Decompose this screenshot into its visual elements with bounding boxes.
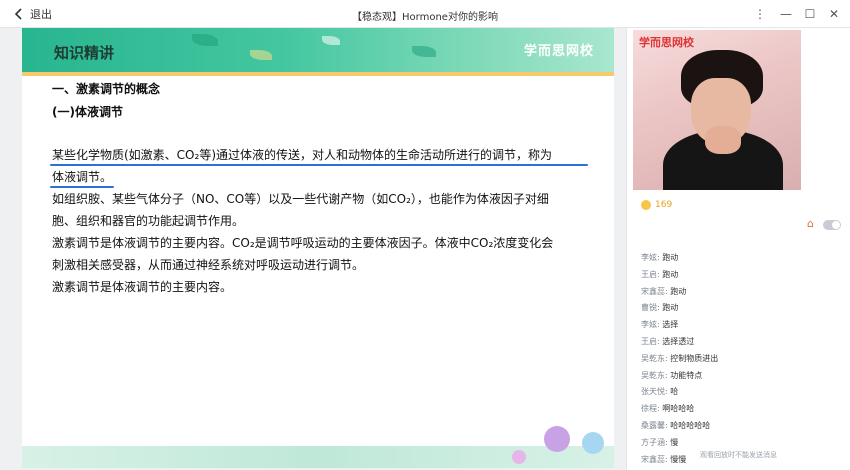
window-title: 【稳态观】Hormone对你的影响 <box>352 12 498 23</box>
chat-message: 桑露馨: 哈哈哈哈哈 <box>641 418 841 435</box>
slide-stage: 知识精讲 学而思网校 一、激素调节的概念 (一)体液调节 某些化学物质(如激素、… <box>0 28 626 470</box>
highlight-underline <box>50 186 114 188</box>
chat-message: 王启: 选择透过 <box>641 334 841 351</box>
chat-user: 张天悦: <box>641 387 668 397</box>
chat-list: 李妶: 跑动 王启: 跑动 宋鑫蕊: 跑动 曹锐: 跑动 李妶: 选择 王启: … <box>641 250 841 468</box>
content-line: 胞、组织和器官的功能起调节作用。 <box>52 214 245 228</box>
chat-text: 选择透过 <box>662 336 695 346</box>
content-line: 激素调节是体液调节的主要内容。CO₂是调节呼吸运动的主要体液因子。体液中CO₂浓… <box>52 236 554 250</box>
chat-message: 张天悦: 哈 <box>641 384 841 401</box>
leaf-decoration <box>192 34 218 46</box>
online-count-value: 169 <box>655 200 673 210</box>
chat-message: 徐程: 啊哈哈哈 <box>641 401 841 418</box>
chat-user: 王启: <box>641 269 660 279</box>
chat-text: 跑动 <box>670 286 687 296</box>
chat-text: 跑动 <box>662 253 679 262</box>
flower-decoration <box>512 450 526 464</box>
viewer-icon <box>641 200 651 210</box>
chat-message: 李妶: 选择 <box>641 317 841 334</box>
maximize-icon[interactable]: ☐ <box>802 6 818 22</box>
teacher-video[interactable]: 学而思网校 <box>633 30 801 190</box>
chat-message: 吴乾东: 控制物质进出 <box>641 351 841 368</box>
content-line: 激素调节是体液调节的主要内容。 <box>52 280 233 294</box>
home-icon[interactable]: ⌂ <box>807 218 819 230</box>
chat-message: 王启: 跑动 <box>641 267 841 284</box>
minimize-icon[interactable]: — <box>778 6 794 22</box>
chat-text: 控制物质进出 <box>670 353 719 363</box>
chat-text: 哈哈哈哈哈 <box>670 420 711 430</box>
content-line: 如组织胺、某些气体分子（NO、CO等）以及一些代谢产物（如CO₂），也能作为体液… <box>52 192 549 206</box>
flower-decoration <box>544 426 570 452</box>
chat-user: 吴乾东: <box>641 353 668 363</box>
chat-user: 宋鑫蕊: <box>641 286 668 296</box>
flower-decoration <box>582 432 604 454</box>
slide-header-title: 知识精讲 <box>54 44 115 62</box>
chat-message: 吴乾东: 功能特点 <box>641 368 841 385</box>
section-heading: 一、激素调节的概念 <box>52 82 161 96</box>
chat-message: 曹锐: 跑动 <box>641 300 841 317</box>
chat-footer-note: 观看回放时不能发送消息 <box>700 451 777 459</box>
slide-header: 知识精讲 学而思网校 <box>22 28 614 72</box>
header-strip <box>22 72 614 76</box>
chat-text: 选择 <box>662 320 679 330</box>
chat-user: 曹锐: <box>641 303 660 313</box>
chat-user: 李妶: <box>641 253 660 262</box>
leaf-decoration <box>322 36 340 45</box>
leaf-decoration <box>250 50 272 60</box>
content-line: 刺激相关感受器，从而通过神经系统对呼吸运动进行调节。 <box>52 258 365 272</box>
content-line: 体液调节。 <box>52 170 113 184</box>
highlight-underline <box>50 164 588 166</box>
chat-text: 哈 <box>670 387 679 397</box>
chat-user: 李妶: <box>641 320 660 330</box>
more-icon[interactable]: ⋮ <box>752 6 768 22</box>
video-brand-logo: 学而思网校 <box>639 36 694 49</box>
chat-user: 吴乾东: <box>641 370 668 380</box>
chat-user: 方子涵: <box>641 437 668 447</box>
side-panel: 学而思网校 169 ⌂ 李妶: 跑动 王启: 跑动 宋鑫蕊: 跑动 曹锐: 跑动… <box>626 28 850 470</box>
chat-text: 啊哈哈哈 <box>662 404 695 414</box>
close-icon[interactable]: ✕ <box>826 6 842 22</box>
online-count: 169 <box>641 200 672 210</box>
chat-text: 慢 <box>670 437 679 447</box>
chat-text: 跑动 <box>662 269 679 279</box>
chat-user: 徐程: <box>641 404 660 414</box>
leaf-decoration <box>412 46 436 57</box>
slide-header-brand: 学而思网校 <box>523 44 594 59</box>
chat-message: 宋鑫蕊: 跑动 <box>641 284 841 301</box>
chat-text: 跑动 <box>662 303 679 313</box>
chat-user: 王启: <box>641 336 660 346</box>
chat-toggle[interactable] <box>823 220 841 230</box>
slide: 知识精讲 学而思网校 一、激素调节的概念 (一)体液调节 某些化学物质(如激素、… <box>22 28 614 468</box>
content-line: 某些化学物质(如激素、CO₂等)通过体液的传送，对人和动物体的生命活动所进行的调… <box>52 148 553 162</box>
subsection-heading: (一)体液调节 <box>52 105 123 119</box>
chat-user: 桑露馨: <box>641 420 668 430</box>
title-bar: 退出 【稳态观】Hormone对你的影响 ⋮ — ☐ ✕ <box>0 0 850 28</box>
chat-text: 功能特点 <box>670 370 703 380</box>
video-figure-hand <box>705 126 741 154</box>
chat-message: 李妶: 跑动 <box>641 250 841 267</box>
